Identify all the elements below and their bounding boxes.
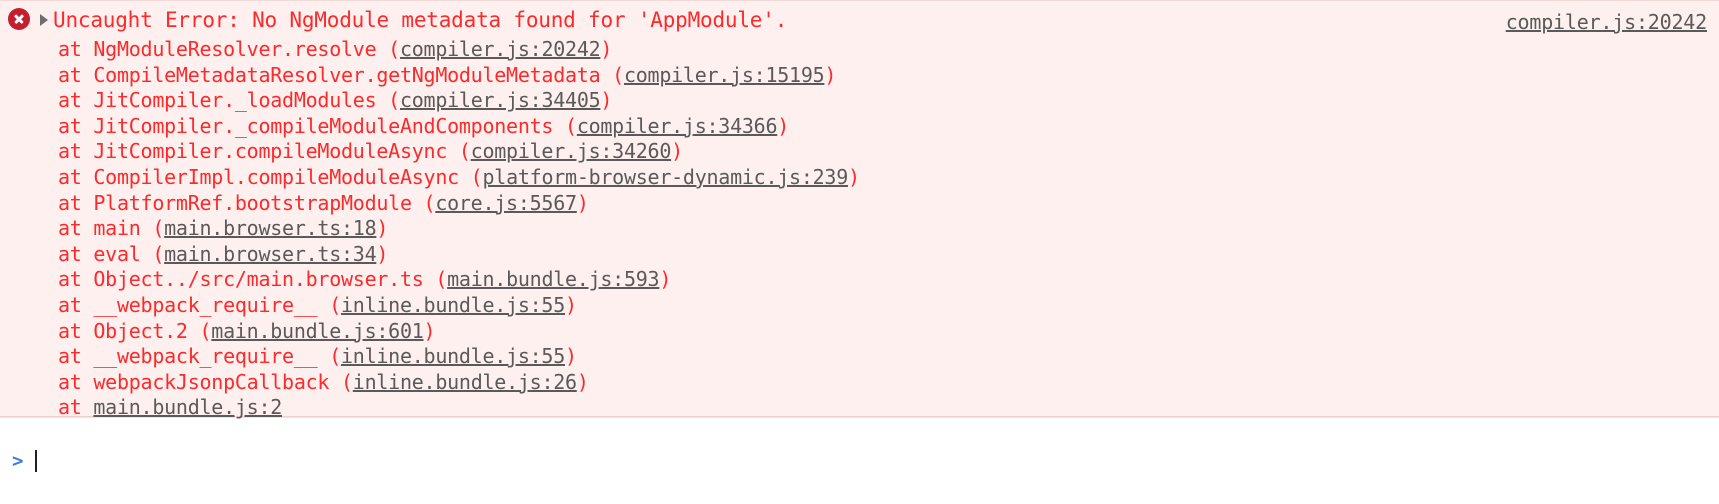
stack-frame-suffix: ) [376,216,389,241]
stack-frame-suffix: ) [659,267,672,292]
stack-frame-suffix: ) [824,62,837,87]
stack-frame: at JitCompiler._compileModuleAndComponen… [58,114,1719,140]
stack-frame-label: at [58,395,94,420]
stack-frame-suffix: ) [576,190,589,215]
stack-frame: at PlatformRef.bootstrapModule (core.js:… [58,191,1719,217]
stack-frame-suffix: ) [777,113,790,138]
stack-frame-source-link[interactable]: main.browser.ts:18 [164,216,377,240]
stack-frame-suffix: ) [376,241,389,266]
text-caret [35,450,38,472]
stack-frame-source-link[interactable]: compiler.js:34366 [577,114,778,138]
stack-frame-suffix: ) [600,88,613,113]
stack-frame: at main (main.browser.ts:18) [58,216,1719,242]
stack-frame-label: at JitCompiler.compileModuleAsync ( [58,139,471,164]
stack-frame-suffix: ) [423,318,436,343]
stack-frame-source-link[interactable]: compiler.js:20242 [400,37,601,61]
stack-frame-source-link[interactable]: main.bundle.js:601 [211,319,424,343]
stack-frame-label: at __webpack_require__ ( [58,292,341,317]
stack-frame-source-link[interactable]: main.browser.ts:34 [164,242,377,266]
stack-frame-label: at NgModuleResolver.resolve ( [58,37,400,61]
stack-frame-label: at CompileMetadataResolver.getNgModuleMe… [58,62,624,87]
stack-frame: at main.bundle.js:2 [58,395,1719,421]
stack-frame-label: at __webpack_require__ ( [58,344,341,369]
stack-frame: at Object.2 (main.bundle.js:601) [58,319,1719,345]
stack-frame-label: at Object.2 ( [58,318,212,343]
stack-frame-suffix: ) [671,139,683,164]
stack-frame: at NgModuleResolver.resolve (compiler.js… [58,37,1719,63]
stack-frame-label: at eval ( [58,241,165,266]
stack-frame-label: at JitCompiler._loadModules ( [58,88,400,113]
stack-frame-label: at JitCompiler._compileModuleAndComponen… [58,113,577,138]
stack-frame-source-link[interactable]: compiler.js:15195 [624,63,825,87]
stack-frame-source-link[interactable]: compiler.js:34405 [400,88,601,112]
stack-frame: at JitCompiler._loadModules (compiler.js… [58,88,1719,114]
stack-frame: at webpackJsonpCallback (inline.bundle.j… [58,370,1719,396]
stack-frame-source-link[interactable]: compiler.js:34260 [471,139,672,163]
stack-frame-label: at main ( [58,216,165,241]
stack-frame-source-link[interactable]: inline.bundle.js:26 [353,370,577,394]
stack-frame: at CompilerImpl.compileModuleAsync (plat… [58,165,1719,191]
stack-frame-source-link[interactable]: main.bundle.js:2 [93,395,282,419]
stack-frame-label: at PlatformRef.bootstrapModule ( [58,190,436,215]
stack-frame-source-link[interactable]: main.bundle.js:593 [447,267,660,291]
stack-frame-source-link[interactable]: inline.bundle.js:55 [341,293,565,317]
stack-frame-label: at CompilerImpl.compileModuleAsync ( [58,164,483,189]
console-panel: Uncaught Error: No NgModule metadata fou… [0,0,1719,504]
stack-frame-suffix: ) [565,292,577,317]
console-prompt-row[interactable]: > [0,417,1719,504]
stack-frame: at CompileMetadataResolver.getNgModuleMe… [58,63,1719,89]
console-error-entry[interactable]: Uncaught Error: No NgModule metadata fou… [0,0,1719,419]
stack-frame-source-link[interactable]: platform-browser-dynamic.js:239 [482,165,848,189]
stack-frame-suffix: ) [848,164,860,189]
stack-trace-list: at NgModuleResolver.resolve (compiler.js… [0,37,1719,421]
stack-frame-label: at Object../src/main.browser.ts ( [58,267,448,292]
stack-frame: at Object../src/main.browser.ts (main.bu… [58,267,1719,293]
prompt-chevron-icon: > [12,449,24,472]
disclosure-triangle-icon[interactable] [40,14,48,26]
stack-frame-source-link[interactable]: inline.bundle.js:55 [341,344,565,368]
stack-frame-label: at webpackJsonpCallback ( [58,369,353,394]
stack-frame: at eval (main.browser.ts:34) [58,242,1719,268]
stack-frame: at __webpack_require__ (inline.bundle.js… [58,293,1719,319]
stack-frame-suffix: ) [600,37,613,61]
console-prompt-input[interactable] [35,449,1719,473]
stack-frame-suffix: ) [565,344,577,369]
stack-frame: at JitCompiler.compileModuleAsync (compi… [58,139,1719,165]
stack-frame: at __webpack_require__ (inline.bundle.js… [58,344,1719,370]
error-entry-header: Uncaught Error: No NgModule metadata fou… [0,7,1719,37]
error-source-link[interactable]: compiler.js:20242 [1506,9,1708,35]
stack-frame-suffix: ) [576,369,589,394]
stack-frame-source-link[interactable]: core.js:5567 [435,191,577,215]
error-message: Uncaught Error: No NgModule metadata fou… [53,8,788,32]
error-circle-icon [8,8,30,30]
